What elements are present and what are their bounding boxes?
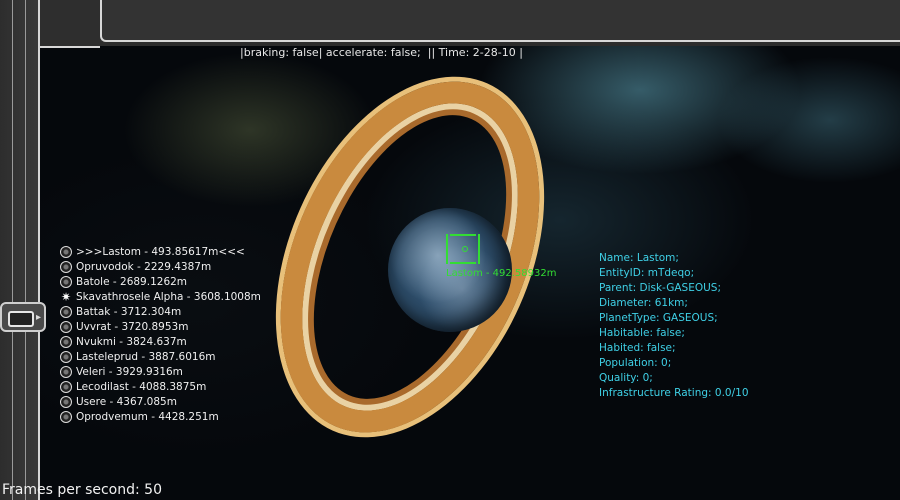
object-list-label: Veleri - 3929.9316m	[76, 365, 183, 378]
info-line: Name: Lastom;	[599, 252, 679, 264]
object-list-item[interactable]: Nvukmi - 3824.637m	[60, 334, 261, 349]
object-list-item[interactable]: Lasteleprud - 3887.6016m	[60, 349, 261, 364]
status-bar: |braking: false| accelerate: false; || T…	[240, 46, 523, 59]
object-list-label: Batole - 2689.1262m	[76, 275, 188, 288]
info-line: EntityID: mTdeqo;	[599, 267, 695, 279]
console-frame-left	[0, 0, 40, 500]
nearby-objects-list: >>>Lastom - 493.85617m<<< Opruvodok - 222…	[60, 244, 261, 424]
planet-icon	[60, 380, 72, 393]
info-line: Parent: Disk-GASEOUS;	[599, 282, 721, 294]
console-frame-groove	[12, 0, 26, 500]
target-label: Lastom - 492.58932m	[446, 268, 557, 279]
planet-icon	[60, 305, 72, 318]
object-list-item[interactable]: Oprodvemum - 4428.251m	[60, 409, 261, 424]
planet-icon	[60, 260, 72, 273]
info-line: PlanetType: GASEOUS;	[599, 312, 718, 324]
planet-icon	[60, 320, 72, 333]
object-list-label: Lasteleprud - 3887.6016m	[76, 350, 216, 363]
planet-icon	[60, 350, 72, 363]
planet-icon	[60, 395, 72, 408]
info-line: Population: 0;	[599, 357, 672, 369]
object-list-label: Opruvodok - 2229.4387m	[76, 260, 212, 273]
object-list-item[interactable]: ✷ Skavathrosele Alpha - 3608.1008m	[60, 289, 261, 304]
object-list-label: >>>Lastom - 493.85617m<<<	[76, 245, 245, 258]
planet-icon	[60, 275, 72, 288]
object-list-label: Oprodvemum - 4428.251m	[76, 410, 219, 423]
object-list-item[interactable]: Batole - 2689.1262m	[60, 274, 261, 289]
object-list-label: Nvukmi - 3824.637m	[76, 335, 187, 348]
planet-icon	[60, 365, 72, 378]
object-list-label: Uvvrat - 3720.8953m	[76, 320, 189, 333]
object-list-item[interactable]: Opruvodok - 2229.4387m	[60, 259, 261, 274]
side-panel-handle[interactable]: ▸	[0, 302, 46, 332]
target-center-dot	[462, 246, 468, 252]
object-list-item[interactable]: Usere - 4367.085m	[60, 394, 261, 409]
planet-icon	[60, 245, 72, 258]
object-list-label: Lecodilast - 4088.3875m	[76, 380, 207, 393]
star-icon: ✷	[60, 289, 72, 304]
object-list-item[interactable]: Battak - 3712.304m	[60, 304, 261, 319]
object-list-label: Usere - 4367.085m	[76, 395, 177, 408]
fps-counter: Frames per second: 50	[2, 482, 162, 498]
planet-icon	[60, 410, 72, 423]
object-list-item[interactable]: Lecodilast - 4088.3875m	[60, 379, 261, 394]
info-line: Diameter: 61km;	[599, 297, 688, 309]
expand-arrow-icon: ▸	[36, 312, 42, 323]
entity-info-panel: Name: Lastom; EntityID: mTdeqo; Parent: Di…	[599, 252, 749, 402]
object-list-label: Skavathrosele Alpha - 3608.1008m	[76, 290, 261, 303]
object-list-label: Battak - 3712.304m	[76, 305, 182, 318]
console-frame-top-panel	[100, 0, 900, 42]
object-list-item[interactable]: Veleri - 3929.9316m	[60, 364, 261, 379]
handle-knob-icon	[8, 311, 34, 327]
object-list-item[interactable]: Uvvrat - 3720.8953m	[60, 319, 261, 334]
object-list-item[interactable]: >>>Lastom - 493.85617m<<<	[60, 244, 261, 259]
info-line: Infrastructure Rating: 0.0/10	[599, 387, 749, 399]
info-line: Quality: 0;	[599, 372, 653, 384]
info-line: Habited: false;	[599, 342, 676, 354]
console-frame-corner	[38, 0, 100, 48]
info-line: Habitable: false;	[599, 327, 685, 339]
planet-icon	[60, 335, 72, 348]
